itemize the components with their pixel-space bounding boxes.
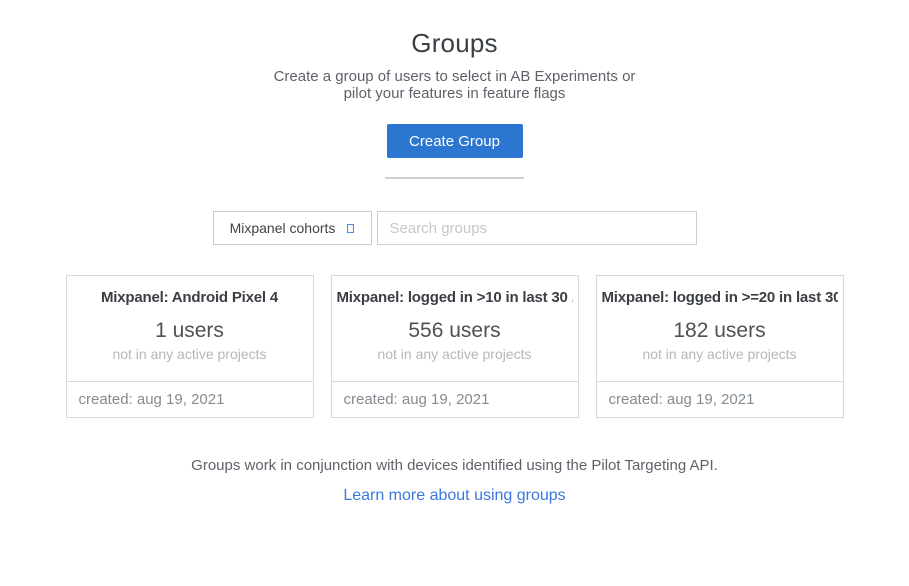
group-card-body: Mixpanel: Android Pixel 4 1 users not in…	[67, 276, 313, 381]
group-card-title: Mixpanel: logged in >10 in last 30 ...	[337, 289, 573, 306]
group-card-users-count: 182 users	[673, 319, 765, 343]
page-title: Groups	[0, 28, 909, 59]
group-card-created: created: aug 19, 2021	[597, 381, 843, 417]
group-card[interactable]: Mixpanel: Android Pixel 4 1 users not in…	[66, 275, 314, 418]
cohort-source-select-value: Mixpanel cohorts	[230, 220, 336, 236]
groups-page: Groups Create a group of users to select…	[0, 28, 909, 586]
group-card-title: Mixpanel: logged in >=20 in last 30...	[602, 289, 838, 306]
group-card-body: Mixpanel: logged in >=20 in last 30... 1…	[597, 276, 843, 381]
group-card-status-note: not in any active projects	[642, 346, 796, 362]
box-glyph-icon	[347, 224, 354, 233]
group-card-created: created: aug 19, 2021	[67, 381, 313, 417]
group-card-title: Mixpanel: Android Pixel 4	[101, 289, 278, 306]
create-group-button[interactable]: Create Group	[387, 124, 523, 158]
group-card-users-count: 1 users	[155, 319, 224, 343]
search-groups-input[interactable]	[377, 211, 697, 245]
group-card-body: Mixpanel: logged in >10 in last 30 ... 5…	[332, 276, 578, 381]
group-card[interactable]: Mixpanel: logged in >10 in last 30 ... 5…	[331, 275, 579, 418]
group-card-created: created: aug 19, 2021	[332, 381, 578, 417]
learn-more-link[interactable]: Learn more about using groups	[0, 487, 909, 505]
page-subtitle: Create a group of users to select in AB …	[0, 68, 909, 102]
group-card-status-note: not in any active projects	[112, 346, 266, 362]
cohort-source-select[interactable]: Mixpanel cohorts	[213, 211, 372, 245]
footer-note: Groups work in conjunction with devices …	[0, 457, 909, 474]
group-card-users-count: 556 users	[408, 319, 500, 343]
filter-row: Mixpanel cohorts	[0, 211, 909, 245]
group-card-status-note: not in any active projects	[377, 346, 531, 362]
group-cards-row: Mixpanel: Android Pixel 4 1 users not in…	[0, 275, 909, 418]
page-subtitle-line2: pilot your features in feature flags	[0, 85, 909, 102]
section-divider	[385, 177, 524, 179]
group-card[interactable]: Mixpanel: logged in >=20 in last 30... 1…	[596, 275, 844, 418]
page-subtitle-line1: Create a group of users to select in AB …	[0, 68, 909, 85]
